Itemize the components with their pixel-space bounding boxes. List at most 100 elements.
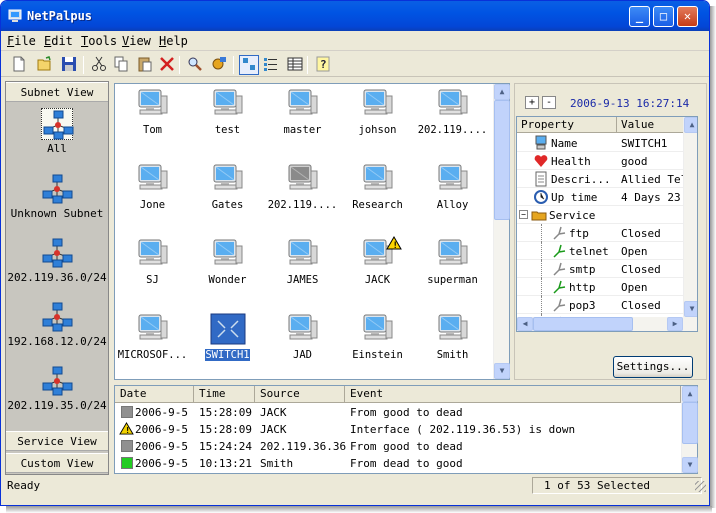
subnet-item[interactable]: All bbox=[6, 108, 108, 155]
log-source-header[interactable]: Source bbox=[255, 386, 345, 403]
computer-icon bbox=[210, 88, 246, 120]
host-item[interactable]: Gates bbox=[190, 163, 265, 211]
log-event-header[interactable]: Event bbox=[345, 386, 681, 403]
property-row[interactable]: smtp Closed bbox=[517, 260, 684, 278]
property-row[interactable]: Descri... Allied Tel bbox=[517, 170, 685, 188]
computer-icon bbox=[285, 313, 321, 345]
property-row[interactable]: http Open bbox=[517, 278, 684, 296]
host-item[interactable]: JAMES bbox=[265, 238, 340, 286]
property-scrollbar[interactable]: ▲ ▼ bbox=[683, 117, 697, 317]
scroll-thumb[interactable] bbox=[494, 100, 510, 220]
collapse-toggle-icon[interactable]: − bbox=[519, 210, 528, 219]
clock-icon bbox=[533, 189, 549, 205]
subnet-label: 202.119.35.0/24 bbox=[7, 399, 107, 412]
host-grid-scrollbar[interactable]: ▲ ▼ bbox=[493, 84, 510, 379]
large-buttons-view-icon[interactable] bbox=[239, 55, 259, 75]
host-label: MICROSOF... bbox=[117, 349, 188, 361]
minimize-button[interactable]: _ bbox=[629, 6, 650, 27]
scroll-up-arrow[interactable]: ▲ bbox=[494, 84, 510, 100]
menu-help[interactable]: Help bbox=[159, 34, 188, 48]
scroll-down-arrow[interactable]: ▼ bbox=[494, 363, 510, 379]
subnet-item[interactable]: Unknown Subnet bbox=[6, 173, 108, 220]
host-item[interactable]: Jone bbox=[115, 163, 190, 211]
log-time-header[interactable]: Time bbox=[194, 386, 255, 403]
host-item[interactable]: MICROSOF... bbox=[115, 313, 190, 361]
property-row[interactable]: − Service bbox=[517, 206, 684, 224]
host-item[interactable]: johson bbox=[340, 88, 415, 136]
discover-button[interactable] bbox=[209, 55, 229, 75]
menu-view[interactable]: View bbox=[122, 34, 151, 48]
log-row[interactable]: 2006-9-5 15:24:24 202.119.36.36 From good t… bbox=[115, 438, 681, 455]
hscroll-thumb[interactable] bbox=[533, 317, 633, 331]
host-item[interactable]: SJ bbox=[115, 238, 190, 286]
host-item[interactable]: Wonder bbox=[190, 238, 265, 286]
property-row[interactable]: pop3 Closed bbox=[517, 296, 684, 314]
resize-grip[interactable] bbox=[695, 481, 706, 492]
host-item[interactable]: Tom bbox=[115, 88, 190, 136]
details-view-button[interactable] bbox=[285, 55, 305, 75]
host-item[interactable]: ! JACK bbox=[340, 236, 415, 286]
host-item[interactable]: JAD bbox=[265, 313, 340, 361]
paste-button[interactable] bbox=[135, 55, 155, 75]
computer-icon bbox=[360, 313, 396, 345]
delete-button[interactable] bbox=[157, 55, 177, 75]
host-item[interactable]: Smith bbox=[415, 313, 490, 361]
find-button[interactable] bbox=[185, 55, 205, 75]
log-row[interactable]: 2006-9-5 10:13:21 Smith From dead to good bbox=[115, 455, 681, 472]
maximize-button[interactable]: □ bbox=[653, 6, 674, 27]
collapse-button[interactable]: - bbox=[542, 96, 556, 109]
menu-tools[interactable]: Tools bbox=[81, 34, 117, 48]
log-date-header[interactable]: Date bbox=[115, 386, 194, 403]
property-row[interactable]: telnet Open bbox=[517, 242, 684, 260]
property-header[interactable]: Property bbox=[517, 117, 617, 133]
host-item[interactable]: 202.119.... bbox=[265, 163, 340, 211]
cut-button[interactable] bbox=[89, 55, 109, 75]
open-button[interactable] bbox=[35, 55, 55, 75]
property-row[interactable]: Up time 4 Days 23: bbox=[517, 188, 685, 206]
host-item[interactable]: master bbox=[265, 88, 340, 136]
host-item[interactable]: superman bbox=[415, 238, 490, 286]
scroll-down-arrow[interactable]: ▼ bbox=[684, 301, 697, 317]
subnet-item[interactable]: 202.119.36.0/24 bbox=[6, 237, 108, 284]
property-row[interactable]: Health good bbox=[517, 152, 684, 170]
help-button[interactable]: ? bbox=[313, 55, 333, 75]
log-scrollbar[interactable]: ▲ ▼ bbox=[681, 386, 698, 473]
new-button[interactable] bbox=[9, 55, 29, 75]
host-item[interactable]: Einstein bbox=[340, 313, 415, 361]
scroll-right-arrow[interactable]: ▶ bbox=[667, 317, 683, 331]
save-button[interactable] bbox=[59, 55, 79, 75]
subnet-view-tab[interactable]: Subnet View bbox=[6, 82, 108, 102]
title-bar[interactable]: NetPalpus _ □ ✕ bbox=[1, 1, 709, 31]
computer-icon bbox=[435, 313, 471, 345]
menu-file[interactable]: File bbox=[7, 34, 36, 48]
host-item[interactable]: test bbox=[190, 88, 265, 136]
close-button[interactable]: ✕ bbox=[677, 6, 698, 27]
scroll-up-arrow[interactable]: ▲ bbox=[684, 117, 697, 133]
copy-button[interactable] bbox=[111, 55, 131, 75]
host-item[interactable]: Research bbox=[340, 163, 415, 211]
host-item[interactable]: SWITCH1 bbox=[190, 313, 265, 362]
subnet-item[interactable]: 192.168.12.0/24 bbox=[6, 301, 108, 348]
log-date: 2006-9-5 bbox=[135, 406, 188, 419]
subnet-item[interactable]: 202.119.35.0/24 bbox=[6, 365, 108, 412]
value-header[interactable]: Value bbox=[617, 117, 684, 133]
menu-edit[interactable]: Edit bbox=[44, 34, 73, 48]
host-label: superman bbox=[427, 274, 478, 286]
scroll-up-arrow[interactable]: ▲ bbox=[682, 386, 698, 402]
service-view-tab[interactable]: Service View bbox=[6, 431, 108, 451]
host-item[interactable]: Alloy bbox=[415, 163, 490, 211]
scroll-thumb[interactable] bbox=[682, 402, 698, 444]
custom-view-tab[interactable]: Custom View bbox=[6, 453, 108, 473]
log-row[interactable]: ! 2006-9-5 15:28:09 JACK Interface ( 202.119… bbox=[115, 421, 681, 438]
list-view-button[interactable] bbox=[261, 55, 281, 75]
scroll-left-arrow[interactable]: ◀ bbox=[517, 317, 533, 331]
property-row[interactable]: Name SWITCH1 bbox=[517, 134, 684, 152]
tree-line bbox=[541, 242, 542, 260]
log-row[interactable]: 2006-9-5 15:28:09 JACK From good to dead bbox=[115, 404, 681, 421]
scroll-down-arrow[interactable]: ▼ bbox=[682, 457, 698, 473]
settings-button[interactable]: Settings... bbox=[613, 356, 693, 378]
expand-button[interactable]: + bbox=[525, 96, 539, 109]
property-row[interactable]: ftp Closed bbox=[517, 224, 684, 242]
property-hscrollbar[interactable]: ◀ ▶ bbox=[517, 317, 697, 331]
host-item[interactable]: 202.119.... bbox=[415, 88, 490, 136]
